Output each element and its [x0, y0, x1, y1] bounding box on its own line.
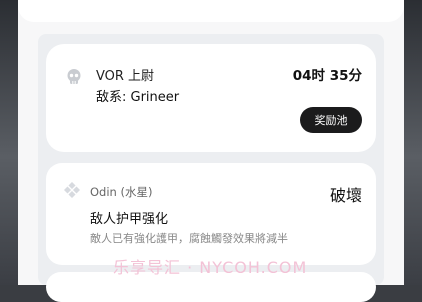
alert-card[interactable]: VOR 上尉 敌系: Grineer 04时 35分 奖励池 [46, 44, 376, 152]
sheet-header [18, 0, 404, 22]
skull-icon [67, 69, 81, 84]
mission-status: 破壞 [329, 186, 362, 205]
modifier-card[interactable]: Odin (水星) 破壞 敌人护甲强化 敵人已有強化護甲，腐蝕觸發效果將減半 [46, 163, 376, 265]
background-left [0, 0, 18, 285]
alert-timer: 04时 35分 [292, 68, 362, 84]
alert-title: VOR 上尉 [96, 69, 155, 84]
reward-pool-button[interactable]: 奖励池 [300, 107, 362, 133]
enemy-faction: 敌系: Grineer [96, 90, 180, 105]
watermark-text: 乐享导汇 · NYCOH.COM [113, 258, 308, 277]
planet-label: Odin (水星) [90, 185, 153, 199]
bottom-sheet: VOR 上尉 敌系: Grineer 04时 35分 奖励池 Odin (水星)… [18, 0, 404, 302]
diamond-node-icon [64, 182, 80, 198]
modifier-description: 敵人已有強化護甲，腐蝕觸發效果將減半 [90, 232, 288, 245]
background-right [404, 0, 422, 285]
modifier-title: 敌人护甲强化 [90, 212, 169, 227]
